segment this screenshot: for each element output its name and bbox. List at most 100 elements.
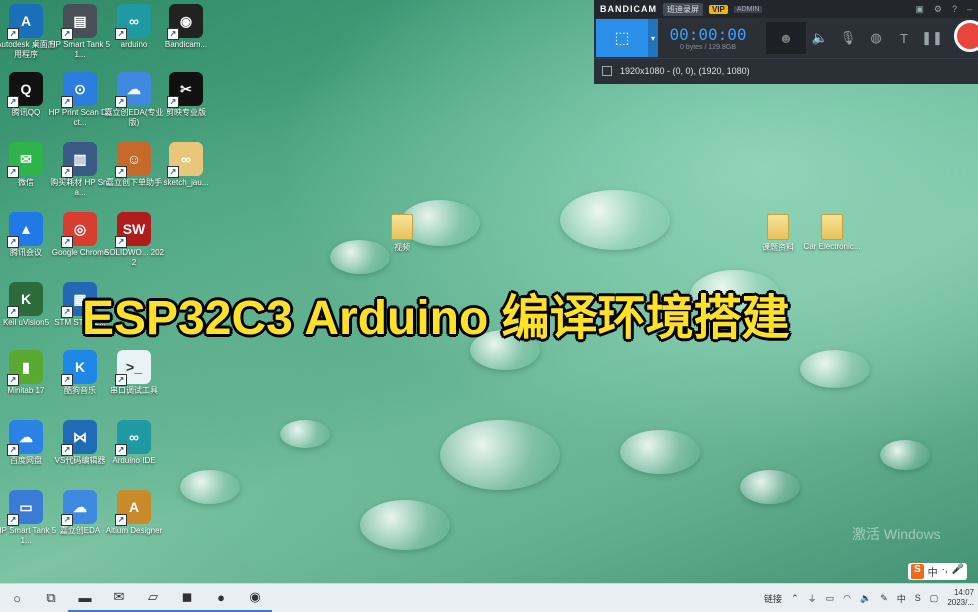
qq-icon: Q ↗ (7, 72, 43, 108)
desktop-shortcut[interactable]: ∞ ↗ sketch_jau... (154, 142, 218, 188)
shortcut-arrow-icon: ↗ (61, 166, 73, 178)
desktop-shortcut-label: 串口调试工具 (110, 386, 158, 395)
shortcut-arrow-icon: ↗ (61, 514, 73, 526)
desktop-shortcut[interactable]: ∞ ↗ Arduino IDE (102, 420, 166, 466)
altium-icon: A ↗ (115, 490, 151, 526)
sketch-file-icon: ∞ ↗ (167, 142, 203, 178)
task-view-icon: ⧉ (46, 590, 56, 605)
shortcut-arrow-icon: ↗ (167, 28, 179, 40)
shortcut-arrow-icon: ↗ (7, 236, 19, 248)
hp-supplies-icon: ▥ ↗ (61, 142, 97, 178)
desktop-folder-materials[interactable]: 课题资料 (748, 214, 808, 253)
shortcut-arrow-icon: ↗ (7, 96, 19, 108)
pause-icon: ❚❚ (921, 30, 943, 45)
ime-punctuation-icon[interactable]: ·, (942, 564, 948, 579)
taskbar-bandicam-taskbar-button[interactable]: ◉ (238, 584, 272, 612)
shortcut-arrow-icon: ↗ (7, 514, 19, 526)
search-icon: ○ (13, 590, 21, 606)
arduino-ide-icon: ∞ ↗ (115, 420, 151, 456)
ime-language[interactable]: 中 (928, 564, 938, 579)
speaker-mute-icon: 🔈 (811, 30, 829, 45)
taskbar-file-explorer-button[interactable]: ▬ (68, 584, 102, 612)
desktop-shortcut-label: Altium Designer (105, 526, 163, 535)
desktop-shortcut[interactable]: >_ ↗ 串口调试工具 (102, 350, 166, 396)
tray-link-label[interactable]: 链接 (764, 592, 782, 605)
desktop-shortcut[interactable]: SW ↗ SOLIDWO... 2022 (102, 212, 166, 268)
ime-mic-icon[interactable]: 🎤 (952, 564, 964, 579)
arduino-icon: ∞ ↗ (115, 4, 151, 40)
desktop-shortcut[interactable]: ◉ ↗ Bandicam... (154, 4, 218, 50)
shortcut-arrow-icon: ↗ (7, 374, 19, 386)
desktop-shortcut-label: sketch_jau... (163, 178, 209, 187)
record-button[interactable] (954, 20, 978, 52)
shortcut-arrow-icon: ↗ (61, 306, 73, 318)
sogou-ime-icon: S (911, 564, 924, 579)
folder-icon[interactable]: ▣ (915, 4, 924, 15)
taskbar-capcut-taskbar-button[interactable]: ◼ (170, 584, 204, 612)
gear-icon[interactable]: ⚙ (934, 4, 942, 15)
mode-dropdown-button[interactable]: ▾ (648, 19, 658, 57)
taskbar-wechat-taskbar-button[interactable]: ● (204, 584, 238, 612)
taskbar-photos-button[interactable]: ▱ (136, 584, 170, 612)
video-title-overlay: ESP32C3 Arduino 编译环境搭建 (82, 292, 790, 345)
clock[interactable]: 14:07 2023/... (947, 588, 974, 608)
ime-tray-icon[interactable]: 中 (897, 592, 906, 605)
usb-icon[interactable]: ⏚ (808, 592, 817, 605)
chevron-up-icon[interactable]: ⌃ (791, 593, 799, 604)
pen-icon[interactable]: ✎ (880, 593, 888, 604)
cursor-icon: ◍ (870, 30, 882, 45)
serial-tool-icon: >_ ↗ (115, 350, 151, 386)
minitab-icon: ▮ ↗ (7, 350, 43, 386)
mic-mute-icon: 🎙 (839, 30, 857, 45)
mouse-effect-button[interactable]: ◍ (862, 30, 890, 46)
folder-icon (391, 214, 413, 240)
folder-icon (767, 214, 789, 240)
shortcut-arrow-icon: ↗ (115, 166, 127, 178)
taskbar-task-view-button[interactable]: ⧉ (34, 584, 68, 612)
help-icon[interactable]: ? (952, 4, 957, 15)
webcam-toggle-button[interactable]: ☻ (766, 22, 806, 54)
desktop-folder-video[interactable]: 视频 (372, 214, 432, 253)
capcut-icon: ✂ ↗ (167, 72, 203, 108)
hp-smart-icon: ▭ ↗ (7, 490, 43, 526)
notification-icon[interactable]: ▢ (930, 593, 939, 604)
mail-icon: ✉ (113, 589, 125, 604)
speaker-toggle-button[interactable]: 🔈 (806, 30, 834, 46)
shortcut-arrow-icon: ↗ (7, 306, 19, 318)
baidu-netdisk-icon: ☁ ↗ (7, 420, 43, 456)
vip-badge[interactable]: VIP (709, 4, 728, 14)
screen-record-mode-button[interactable]: ⬚ (596, 19, 648, 57)
shortcut-arrow-icon: ↗ (61, 444, 73, 456)
minimize-icon[interactable]: – (967, 4, 972, 15)
battery-icon[interactable]: ▭ (826, 593, 835, 604)
wechat-icon: ✉ ↗ (7, 142, 43, 178)
easyeda-pro-icon: ☁ ↗ (115, 72, 151, 108)
pause-button[interactable]: ❚❚ (918, 30, 946, 46)
chrome-icon: ◎ ↗ (61, 212, 97, 248)
taskbar-mail-button[interactable]: ✉ (102, 584, 136, 612)
region-checkbox[interactable] (602, 66, 612, 76)
desktop-shortcut-label: Arduino IDE (112, 456, 156, 465)
ime-toolbar[interactable]: S 中 ·, 🎤 (908, 563, 968, 580)
shortcut-arrow-icon: ↗ (167, 96, 179, 108)
activation-watermark: 激活 Windows (852, 526, 941, 542)
rectangle-select-icon: ⬚ (614, 30, 630, 47)
volume-icon[interactable]: 🔉 (860, 593, 871, 604)
text-overlay-button[interactable]: T (890, 31, 918, 46)
bandicam-logo: BANDICAM (600, 4, 657, 14)
solidworks-icon: SW ↗ (115, 212, 151, 248)
desktop-shortcut[interactable]: ✂ ↗ 剪映专业版 (154, 72, 218, 118)
desktop-shortcut[interactable]: A ↗ Altium Designer (102, 490, 166, 536)
taskbar-search-button[interactable]: ○ (0, 584, 34, 612)
mic-toggle-button[interactable]: 🎙 (834, 30, 862, 46)
photos-icon: ▱ (148, 589, 158, 604)
bandicam-record-tag: 班迪录屏 (663, 2, 703, 16)
bandicam-icon: ◉ ↗ (167, 4, 203, 40)
wifi-icon[interactable]: ◠ (843, 593, 851, 604)
chevron-down-icon: ▾ (650, 33, 655, 43)
desktop-shortcut-label: SOLIDWO... 2022 (103, 248, 165, 267)
sogou-tray-icon[interactable]: S (915, 593, 921, 603)
desktop-folder-car-electronic[interactable]: Car Electronic... (802, 214, 862, 251)
text-icon: T (900, 30, 908, 46)
keil-icon: K ↗ (7, 282, 43, 318)
